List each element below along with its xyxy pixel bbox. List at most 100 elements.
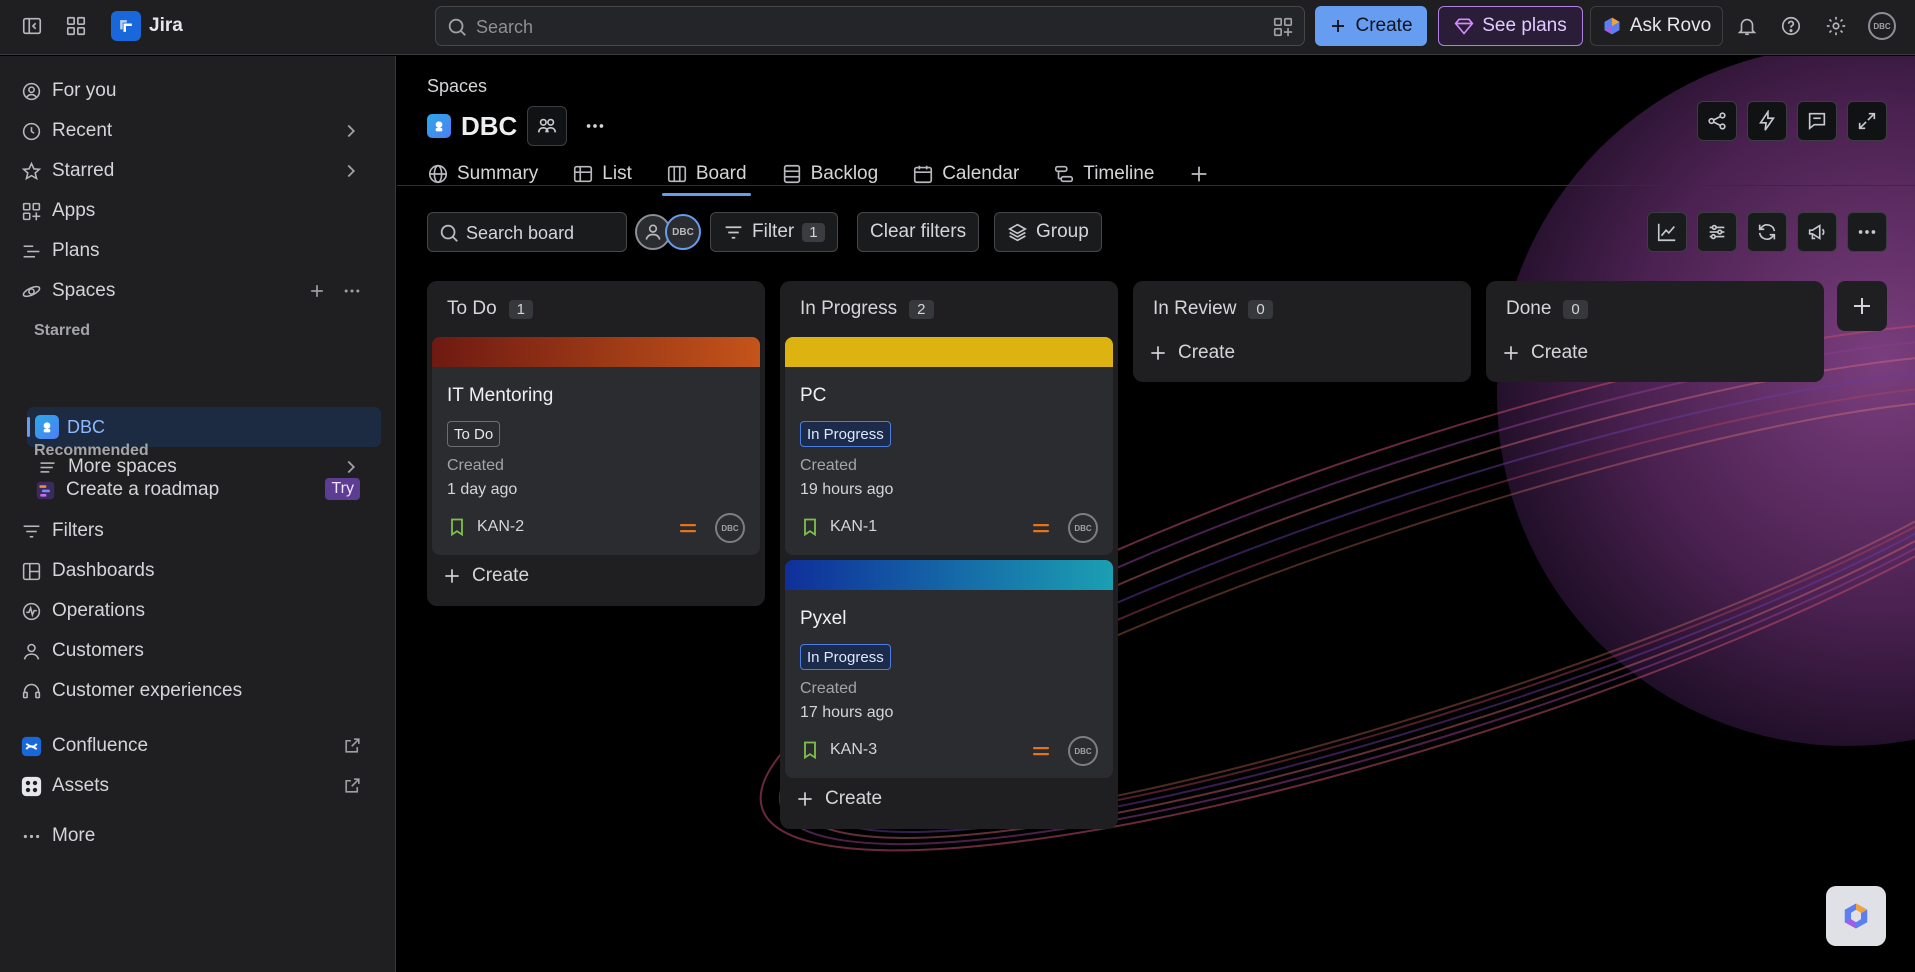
assignee-avatar[interactable]: DBC bbox=[715, 513, 745, 543]
tab-summary[interactable]: Summary bbox=[427, 154, 538, 194]
sidebar-item-operations[interactable]: Operations bbox=[20, 594, 380, 628]
column-title: In Progress bbox=[800, 298, 898, 319]
chevron-right-icon[interactable] bbox=[340, 160, 362, 182]
automation-button[interactable] bbox=[1747, 101, 1787, 141]
search-filter-icon[interactable] bbox=[1272, 16, 1294, 38]
refresh-button[interactable] bbox=[1747, 212, 1787, 252]
see-plans-button[interactable]: See plans bbox=[1438, 6, 1583, 46]
team-button[interactable] bbox=[527, 106, 568, 146]
ask-rovo-button[interactable]: Ask Rovo bbox=[1590, 6, 1723, 46]
sidebar-item-spaces[interactable]: Spaces bbox=[20, 274, 380, 308]
tab-list[interactable]: List bbox=[572, 154, 632, 194]
column-header[interactable]: Done 0 bbox=[1506, 298, 1588, 320]
megaphone-icon bbox=[1808, 224, 1825, 240]
feedback-button[interactable] bbox=[1797, 101, 1837, 141]
operations-icon bbox=[20, 600, 42, 622]
sidebar-item-dbc[interactable]: DBC bbox=[27, 407, 381, 447]
more-actions-button[interactable] bbox=[577, 106, 613, 146]
clear-filters-button[interactable]: Clear filters bbox=[857, 212, 980, 252]
sidebar-item-label: Customers bbox=[52, 640, 144, 661]
sidebar-item-starred[interactable]: Starred bbox=[20, 154, 380, 188]
issue-card[interactable]: IT Mentoring To Do Created 1 day ago KAN… bbox=[432, 337, 760, 555]
add-column-button[interactable] bbox=[1837, 281, 1887, 331]
column-header[interactable]: In Review 0 bbox=[1153, 298, 1273, 320]
tab-label: Backlog bbox=[810, 163, 879, 184]
app-switcher-icon[interactable] bbox=[60, 10, 92, 42]
more-horizontal-icon bbox=[587, 124, 604, 128]
create-issue-button[interactable]: Create bbox=[442, 565, 529, 587]
sidebar-item-confluence[interactable]: Confluence bbox=[20, 729, 380, 763]
jira-logo-icon[interactable] bbox=[111, 11, 141, 41]
create-issue-button[interactable]: Create bbox=[795, 788, 882, 810]
create-label: Create bbox=[825, 788, 883, 809]
notifications-bell-icon[interactable] bbox=[1731, 10, 1763, 42]
sidebar-item-customer-experiences[interactable]: Customer experiences bbox=[20, 674, 380, 708]
sidebar-toggle-icon[interactable] bbox=[16, 10, 48, 42]
sidebar-item-dashboards[interactable]: Dashboards bbox=[20, 554, 380, 588]
dbc-avatar[interactable]: DBC bbox=[665, 214, 701, 250]
breadcrumb[interactable]: Spaces bbox=[427, 76, 487, 97]
sidebar-item-customers[interactable]: Customers bbox=[20, 634, 380, 668]
filter-button[interactable]: Filter 1 bbox=[710, 212, 838, 252]
assignee-avatar[interactable]: DBC bbox=[1068, 736, 1098, 766]
sidebar-item-for-you[interactable]: For you bbox=[20, 74, 380, 108]
create-issue-button[interactable]: Create bbox=[1148, 342, 1235, 364]
issue-key[interactable]: KAN-2 bbox=[477, 518, 524, 536]
issue-card[interactable]: PC In Progress Created 19 hours ago KAN-… bbox=[785, 337, 1113, 555]
avatar: DBC bbox=[1868, 12, 1896, 40]
help-icon[interactable] bbox=[1775, 10, 1807, 42]
sidebar-item-label: Customer experiences bbox=[52, 680, 243, 701]
board-more-button[interactable] bbox=[1847, 212, 1887, 252]
app-name[interactable]: Jira bbox=[149, 15, 183, 37]
spaces-icon bbox=[20, 280, 42, 302]
global-search-input[interactable]: Search bbox=[435, 6, 1305, 46]
card-title: IT Mentoring bbox=[447, 385, 554, 406]
insights-button[interactable] bbox=[1647, 212, 1687, 252]
sidebar-item-filters[interactable]: Filters bbox=[20, 514, 380, 548]
sidebar-item-create-roadmap[interactable]: Create a roadmap Try bbox=[34, 473, 380, 507]
created-value: 19 hours ago bbox=[800, 481, 894, 498]
headset-icon bbox=[20, 680, 42, 702]
fullscreen-button[interactable] bbox=[1847, 101, 1887, 141]
profile-avatar[interactable]: DBC bbox=[1866, 10, 1898, 42]
share-button[interactable] bbox=[1697, 101, 1737, 141]
sidebar-item-recent[interactable]: Recent bbox=[20, 114, 380, 148]
external-link-icon[interactable] bbox=[343, 776, 362, 795]
lightning-icon bbox=[1759, 110, 1775, 131]
tab-backlog[interactable]: Backlog bbox=[781, 154, 879, 194]
column-header[interactable]: To Do 1 bbox=[447, 298, 533, 320]
add-space-icon[interactable] bbox=[307, 281, 327, 301]
tab-calendar[interactable]: Calendar bbox=[912, 154, 1019, 194]
settings-gear-icon[interactable] bbox=[1820, 10, 1852, 42]
sidebar-item-apps[interactable]: Apps bbox=[20, 194, 380, 228]
issue-key[interactable]: KAN-3 bbox=[830, 741, 877, 759]
create-issue-button[interactable]: Create bbox=[1501, 342, 1588, 364]
external-link-icon[interactable] bbox=[343, 736, 362, 755]
share-icon bbox=[1708, 112, 1726, 130]
active-indicator bbox=[27, 417, 30, 437]
tab-timeline[interactable]: Timeline bbox=[1053, 154, 1154, 194]
announcement-button[interactable] bbox=[1797, 212, 1837, 252]
tab-board[interactable]: Board bbox=[661, 154, 751, 196]
issue-key[interactable]: KAN-1 bbox=[830, 518, 877, 536]
search-board-input[interactable]: Search board bbox=[427, 212, 627, 252]
view-settings-button[interactable] bbox=[1697, 212, 1737, 252]
tab-label: Timeline bbox=[1083, 163, 1155, 184]
more-horizontal-icon[interactable] bbox=[342, 281, 362, 301]
sidebar-item-more[interactable]: More bbox=[20, 819, 380, 853]
add-tab-button[interactable] bbox=[1188, 154, 1210, 194]
group-button[interactable]: Group bbox=[994, 212, 1102, 252]
plus-icon bbox=[798, 792, 812, 806]
issue-card[interactable]: Pyxel In Progress Created 17 hours ago K… bbox=[785, 560, 1113, 778]
chevron-right-icon[interactable] bbox=[340, 120, 362, 142]
rovo-chat-button[interactable] bbox=[1826, 886, 1886, 946]
sidebar-item-label: Dashboards bbox=[52, 560, 155, 581]
assignee-avatar[interactable]: DBC bbox=[1068, 513, 1098, 543]
try-badge[interactable]: Try bbox=[325, 478, 360, 500]
created-value: 17 hours ago bbox=[800, 704, 894, 721]
roadmap-icon bbox=[34, 479, 56, 501]
column-header[interactable]: In Progress 2 bbox=[800, 298, 934, 320]
sidebar-item-plans[interactable]: Plans bbox=[20, 234, 380, 268]
sidebar-item-assets[interactable]: Assets bbox=[20, 769, 380, 803]
create-button[interactable]: Create bbox=[1315, 6, 1427, 46]
